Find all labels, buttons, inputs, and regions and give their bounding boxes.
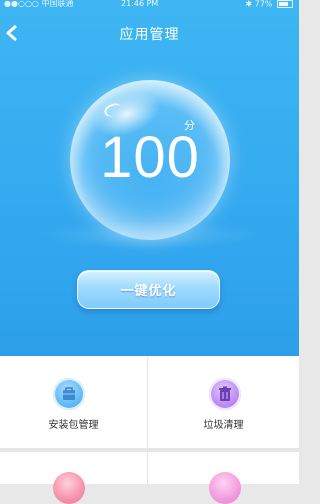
trash-icon	[209, 378, 241, 410]
broom-icon	[53, 472, 85, 504]
status-time: 21:46 PM	[121, 0, 159, 8]
battery-status: ✱ 77%	[245, 0, 293, 9]
battery-percent: 77%	[254, 0, 273, 9]
header-panel: ●●○○○ 中国联通 21:46 PM ✱ 77% 应用管理 100 分 一键优…	[0, 0, 299, 356]
optimize-button-label: 一键优化	[120, 284, 177, 299]
tools-grid: 安装包管理 垃圾清理	[0, 356, 299, 504]
tool-item-4[interactable]	[148, 452, 299, 504]
optimize-button[interactable]: 一键优化	[77, 270, 220, 309]
package-icon	[53, 378, 85, 410]
carrier-signal: ●●○○○ 中国联通	[4, 0, 74, 8]
battery-icon	[277, 0, 293, 8]
page-title: 应用管理	[119, 27, 180, 43]
bluetooth-icon: ✱	[245, 0, 253, 9]
tool-package-manager[interactable]: 安装包管理	[0, 356, 147, 448]
nav-bar: 应用管理	[0, 18, 299, 48]
tool-item-3[interactable]	[0, 452, 147, 504]
score-bubble: 100 分	[70, 80, 230, 240]
tool-label: 安装包管理	[48, 420, 99, 431]
tool-label: 垃圾清理	[203, 420, 244, 431]
score-unit: 分	[184, 119, 195, 132]
app-icon	[209, 472, 241, 504]
tool-junk-clean[interactable]: 垃圾清理	[148, 356, 299, 448]
status-bar: ●●○○○ 中国联通 21:46 PM ✱ 77%	[0, 0, 299, 10]
score-value: 100	[100, 125, 200, 190]
